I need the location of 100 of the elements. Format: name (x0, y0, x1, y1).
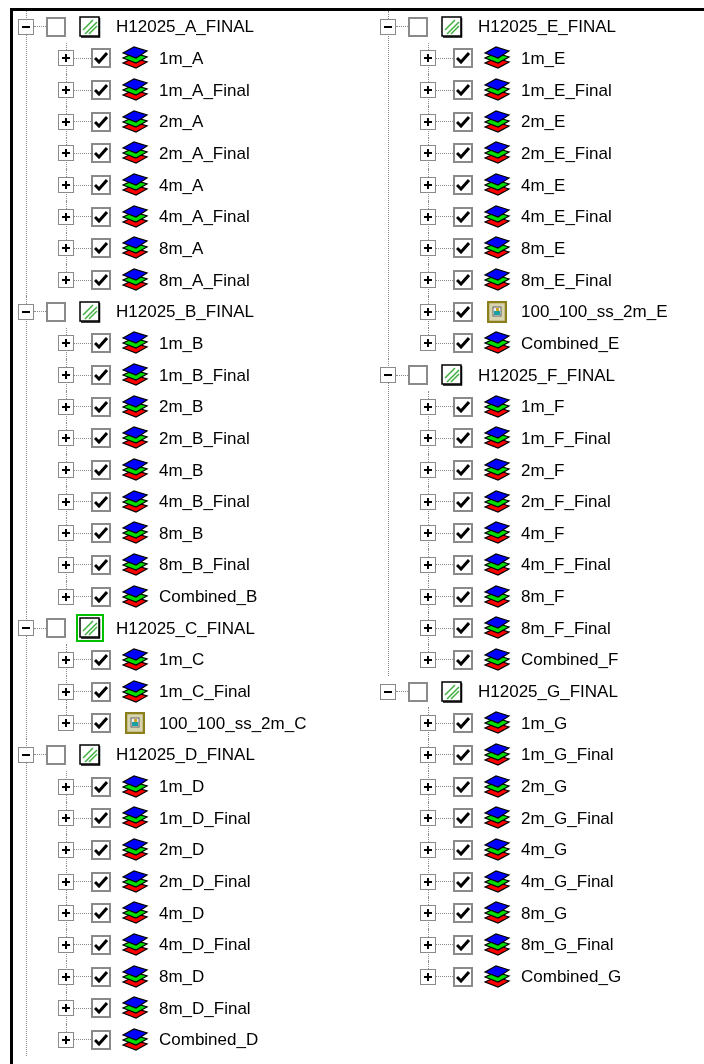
layer-label[interactable]: 2m_D_Final (159, 873, 251, 891)
checkbox[interactable] (453, 396, 473, 417)
layer-label[interactable]: 4m_B_Final (159, 493, 250, 511)
checkbox[interactable] (91, 491, 111, 512)
checkbox[interactable] (91, 206, 111, 227)
layer-label[interactable]: Combined_G (521, 968, 622, 985)
checkbox[interactable] (91, 649, 111, 670)
layer-label[interactable]: 4m_A (159, 176, 204, 194)
checkbox[interactable] (91, 48, 111, 69)
checkbox[interactable] (453, 491, 473, 512)
checkbox[interactable] (91, 111, 111, 132)
checkbox[interactable] (408, 365, 428, 386)
checkbox[interactable] (453, 301, 473, 322)
layer-label[interactable]: 2m_F (521, 461, 565, 479)
expander-icon[interactable] (420, 398, 436, 415)
layer-label[interactable]: 8m_F (521, 588, 565, 606)
expander-icon[interactable] (58, 367, 74, 384)
layer-label[interactable]: 8m_A_Final (159, 271, 250, 289)
checkbox[interactable] (91, 934, 111, 955)
expander-icon[interactable] (420, 303, 436, 320)
checkbox[interactable] (453, 586, 473, 607)
layer-label[interactable]: 1m_F (521, 398, 565, 416)
expander-icon[interactable] (58, 873, 74, 890)
expander-icon[interactable] (18, 620, 34, 637)
expander-icon[interactable] (58, 841, 74, 858)
checkbox[interactable] (91, 80, 111, 101)
checkbox[interactable] (453, 839, 473, 860)
checkbox[interactable] (91, 839, 111, 860)
checkbox[interactable] (91, 713, 111, 734)
expander-icon[interactable] (58, 1000, 74, 1017)
layer-label[interactable]: Combined_B (159, 588, 258, 606)
expander-icon[interactable] (380, 367, 396, 384)
expander-icon[interactable] (420, 525, 436, 542)
checkbox[interactable] (91, 396, 111, 417)
checkbox[interactable] (453, 523, 473, 544)
expander-icon[interactable] (58, 778, 74, 795)
expander-icon[interactable] (58, 810, 74, 827)
checkbox[interactable] (91, 808, 111, 829)
checkbox[interactable] (408, 681, 428, 702)
expander-icon[interactable] (420, 177, 436, 194)
expander-icon[interactable] (420, 82, 436, 99)
layer-label[interactable]: 8m_B_Final (159, 556, 250, 574)
layer-label[interactable]: 4m_F (521, 524, 565, 542)
expander-icon[interactable] (380, 18, 396, 35)
layer-label[interactable]: 2m_B_Final (159, 429, 250, 447)
expander-icon[interactable] (18, 746, 34, 763)
layer-label[interactable]: 1m_C (159, 651, 205, 669)
layer-label[interactable]: 2m_D (159, 841, 205, 859)
expander-icon[interactable] (58, 557, 74, 573)
checkbox[interactable] (453, 428, 473, 449)
checkbox[interactable] (91, 555, 111, 575)
checkbox[interactable] (91, 523, 111, 544)
expander-icon[interactable] (420, 841, 436, 858)
expander-icon[interactable] (18, 18, 34, 35)
layer-label[interactable]: 1m_F_Final (521, 429, 611, 447)
layer-label[interactable]: 4m_D (159, 904, 205, 922)
layer-label[interactable]: 2m_G (521, 778, 568, 796)
layer-label[interactable]: 1m_D (159, 778, 205, 796)
layer-label[interactable]: 2m_B (159, 398, 204, 416)
checkbox[interactable] (453, 238, 473, 259)
expander-icon[interactable] (58, 430, 74, 447)
expander-icon[interactable] (420, 778, 436, 795)
layer-label[interactable]: 4m_G (521, 841, 568, 859)
expander-icon[interactable] (58, 525, 74, 542)
checkbox[interactable] (453, 555, 473, 575)
expander-icon[interactable] (58, 398, 74, 415)
expander-icon[interactable] (420, 651, 436, 668)
layer-label[interactable]: 4m_D_Final (159, 936, 251, 954)
expander-icon[interactable] (420, 208, 436, 225)
checkbox[interactable] (453, 48, 473, 69)
expander-icon[interactable] (420, 588, 436, 605)
expander-icon[interactable] (58, 493, 74, 510)
layer-label[interactable]: 2m_E (521, 113, 566, 131)
layer-label[interactable]: Combined_D (159, 1031, 259, 1049)
layer-label[interactable]: 4m_E (521, 176, 566, 194)
expander-icon[interactable] (420, 493, 436, 510)
checkbox[interactable] (453, 871, 473, 892)
checkbox[interactable] (408, 16, 428, 37)
checkbox[interactable] (91, 270, 111, 291)
layer-group-label[interactable]: H12025_F_FINAL (478, 366, 616, 384)
expander-icon[interactable] (58, 936, 74, 953)
expander-icon[interactable] (420, 905, 436, 922)
layer-label[interactable]: 1m_A (159, 50, 204, 67)
checkbox[interactable] (46, 744, 66, 765)
layer-group-label[interactable]: H12025_D_FINAL (116, 746, 255, 764)
layer-label[interactable]: 4m_E_Final (521, 208, 612, 226)
expander-icon[interactable] (58, 683, 74, 700)
expander-icon[interactable] (58, 588, 74, 605)
checkbox[interactable] (453, 713, 473, 734)
expander-icon[interactable] (420, 50, 436, 67)
expander-icon[interactable] (58, 50, 74, 67)
checkbox[interactable] (453, 966, 473, 987)
checkbox[interactable] (91, 333, 111, 354)
checkbox[interactable] (453, 649, 473, 670)
expander-icon[interactable] (420, 746, 436, 763)
expander-icon[interactable] (58, 208, 74, 225)
checkbox[interactable] (91, 586, 111, 607)
checkbox[interactable] (91, 1029, 111, 1050)
layer-label[interactable]: 2m_G_Final (521, 809, 614, 827)
expander-icon[interactable] (58, 272, 74, 289)
